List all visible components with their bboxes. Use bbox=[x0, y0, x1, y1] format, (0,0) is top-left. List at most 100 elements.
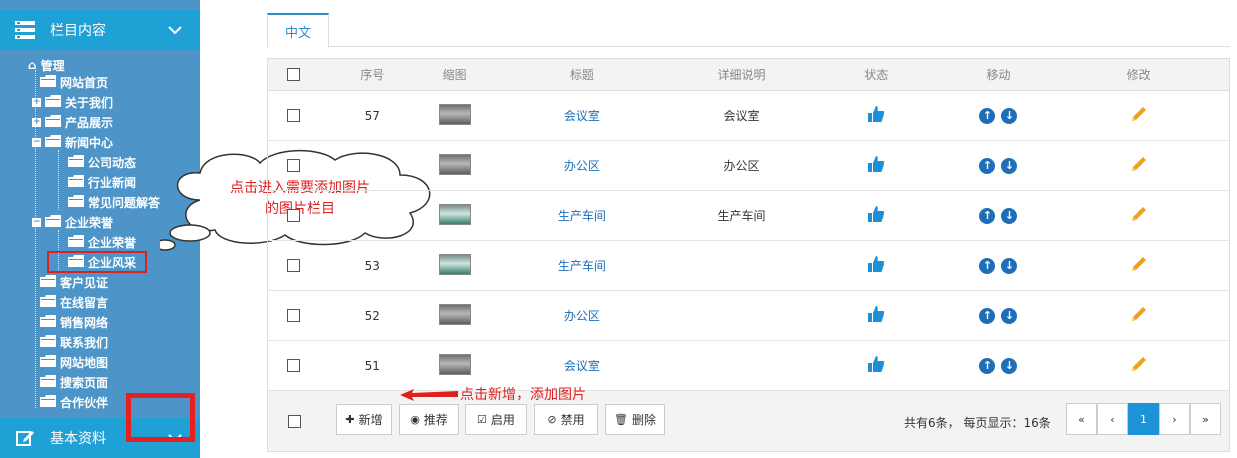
thumbnail-image[interactable] bbox=[438, 303, 471, 325]
header-status: 状态 bbox=[864, 68, 889, 82]
thumbs-up-icon[interactable] bbox=[867, 156, 885, 176]
row-checkbox[interactable] bbox=[287, 309, 301, 322]
move-down-icon[interactable]: ↓ bbox=[1001, 307, 1018, 324]
tree-item-label: 企业荣誉 bbox=[88, 235, 137, 250]
add-button-highlight bbox=[126, 393, 195, 442]
tree-item[interactable]: 客户见证 bbox=[40, 272, 108, 292]
tree-item-label: 搜索页面 bbox=[60, 375, 109, 390]
pencil-icon[interactable] bbox=[1130, 307, 1148, 326]
tree-item-label: 公司动态 bbox=[88, 155, 137, 170]
chevron-down-icon[interactable] bbox=[168, 23, 182, 39]
thumbnail-image[interactable] bbox=[438, 103, 471, 125]
row-checkbox[interactable] bbox=[287, 359, 301, 372]
page-last-button[interactable]: » bbox=[1190, 403, 1221, 435]
move-up-icon[interactable]: ↑ bbox=[979, 107, 996, 124]
expand-icon[interactable]: + bbox=[32, 117, 41, 127]
row-checkbox[interactable] bbox=[287, 159, 301, 172]
disable-button[interactable]: ⊘ 禁用 bbox=[534, 404, 598, 435]
tree-item[interactable]: 行业新闻 bbox=[68, 172, 136, 192]
move-up-icon[interactable]: ↑ bbox=[979, 157, 996, 174]
folder-icon bbox=[68, 174, 84, 190]
pencil-icon[interactable] bbox=[1130, 207, 1148, 226]
thumbs-up-icon[interactable] bbox=[867, 256, 885, 276]
tree-item[interactable]: 在线留言 bbox=[40, 292, 108, 312]
tree-item[interactable]: − 企业荣誉 bbox=[32, 212, 113, 232]
folder-icon bbox=[40, 334, 56, 350]
tree-item[interactable]: 搜索页面 bbox=[40, 372, 108, 392]
pencil-icon[interactable] bbox=[1130, 107, 1148, 126]
enable-button[interactable]: ☑ 启用 bbox=[465, 404, 527, 435]
thumbs-up-icon[interactable] bbox=[867, 306, 885, 326]
page-next-button[interactable]: › bbox=[1159, 403, 1190, 435]
tree-item[interactable]: 网站地图 bbox=[40, 352, 108, 372]
tree-item[interactable]: 联系我们 bbox=[40, 332, 108, 352]
tree-item-label: 关于我们 bbox=[65, 95, 114, 110]
tree-item-label: 常见问题解答 bbox=[88, 195, 161, 210]
tree-item[interactable]: 合作伙伴 bbox=[40, 392, 108, 412]
row-checkbox[interactable] bbox=[287, 259, 301, 272]
row-checkbox[interactable] bbox=[287, 209, 301, 222]
move-up-icon[interactable]: ↑ bbox=[979, 207, 996, 224]
tree-item-label: 销售网络 bbox=[60, 315, 109, 330]
plus-icon: ✚ bbox=[345, 413, 355, 426]
row-desc: 会议室 bbox=[723, 109, 760, 123]
table-row: 53 生产车间 ↑ ↓ bbox=[268, 241, 1229, 291]
folder-icon bbox=[68, 194, 84, 210]
tree-item-label: 在线留言 bbox=[60, 295, 109, 310]
move-up-icon[interactable]: ↑ bbox=[979, 307, 996, 324]
tab-chinese[interactable]: 中文 bbox=[267, 13, 329, 48]
footer-select-checkbox[interactable] bbox=[287, 414, 301, 428]
page-current-button[interactable]: 1 bbox=[1128, 403, 1159, 435]
page-prev-button[interactable]: ‹ bbox=[1097, 403, 1128, 435]
move-down-icon[interactable]: ↓ bbox=[1001, 357, 1018, 374]
section-title: 基本资料 bbox=[50, 431, 106, 447]
thumbnail-image[interactable] bbox=[438, 353, 471, 375]
tree-item[interactable]: 常见问题解答 bbox=[68, 192, 160, 212]
collapse-icon[interactable]: − bbox=[32, 137, 41, 147]
move-up-icon[interactable]: ↑ bbox=[979, 357, 996, 374]
page-first-button[interactable]: « bbox=[1066, 403, 1097, 435]
expand-icon[interactable]: + bbox=[32, 97, 41, 107]
pencil-icon[interactable] bbox=[1130, 357, 1148, 376]
row-title-link[interactable]: 会议室 bbox=[564, 359, 600, 373]
section-header-content[interactable]: 栏目内容 bbox=[0, 10, 200, 50]
row-seq: 53 bbox=[364, 258, 380, 273]
folder-icon bbox=[45, 214, 61, 230]
tree-item[interactable]: + 关于我们 bbox=[32, 92, 113, 112]
thumbs-up-icon[interactable] bbox=[867, 206, 885, 226]
move-up-icon[interactable]: ↑ bbox=[979, 257, 996, 274]
tree-item[interactable]: 销售网络 bbox=[40, 312, 108, 332]
row-checkbox[interactable] bbox=[287, 109, 301, 122]
folder-icon bbox=[40, 374, 56, 390]
tree-item[interactable]: 企业荣誉 bbox=[68, 232, 136, 252]
thumbnail-image[interactable] bbox=[438, 203, 471, 225]
thumbs-up-icon[interactable] bbox=[867, 106, 885, 126]
select-all-checkbox[interactable] bbox=[287, 68, 301, 81]
tree-item[interactable]: − 新闻中心 bbox=[32, 132, 113, 152]
row-title-link[interactable]: 会议室 bbox=[564, 109, 600, 123]
tree-item[interactable]: 公司动态 bbox=[68, 152, 136, 172]
row-title-link[interactable]: 生产车间 bbox=[558, 209, 606, 223]
tree-item-label: 网站首页 bbox=[60, 75, 109, 90]
circle-dot-icon: ◉ bbox=[410, 413, 420, 426]
add-button[interactable]: ✚ 新增 bbox=[336, 404, 392, 435]
recommend-button[interactable]: ◉ 推荐 bbox=[399, 404, 459, 435]
row-title-link[interactable]: 办公区 bbox=[564, 309, 600, 323]
pencil-icon[interactable] bbox=[1130, 257, 1148, 276]
folder-icon bbox=[45, 114, 61, 130]
move-down-icon[interactable]: ↓ bbox=[1001, 257, 1018, 274]
delete-button[interactable]: 🗑 删除 bbox=[605, 404, 665, 435]
thumbnail-image[interactable] bbox=[438, 253, 471, 275]
collapse-icon[interactable]: − bbox=[32, 217, 41, 227]
row-desc: 生产车间 bbox=[717, 209, 766, 223]
tree-item[interactable]: 网站首页 bbox=[40, 72, 108, 92]
row-title-link[interactable]: 生产车间 bbox=[558, 259, 606, 273]
thumbs-up-icon[interactable] bbox=[867, 356, 885, 376]
move-down-icon[interactable]: ↓ bbox=[1001, 157, 1018, 174]
thumbnail-image[interactable] bbox=[438, 153, 471, 175]
tree-item[interactable]: + 产品展示 bbox=[32, 112, 113, 132]
row-title-link[interactable]: 办公区 bbox=[564, 159, 600, 173]
move-down-icon[interactable]: ↓ bbox=[1001, 107, 1018, 124]
pencil-icon[interactable] bbox=[1130, 157, 1148, 176]
move-down-icon[interactable]: ↓ bbox=[1001, 207, 1018, 224]
